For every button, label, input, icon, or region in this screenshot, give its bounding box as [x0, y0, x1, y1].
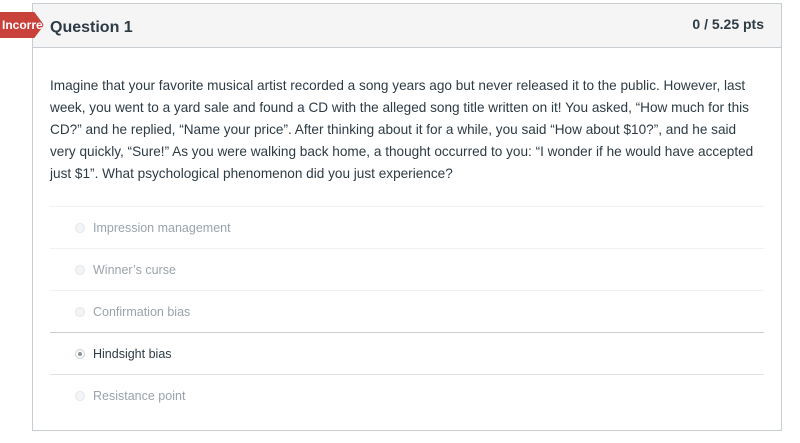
answer-option-impression-management[interactable]: Impression management: [50, 206, 764, 248]
radio-button[interactable]: [75, 306, 85, 317]
answer-label: Hindsight bias: [93, 346, 172, 361]
radio-button-checked[interactable]: [75, 348, 85, 359]
quiz-page: Incorrect Question 1 0 / 5.25 pts Imagin…: [0, 0, 800, 443]
answer-label: Resistance point: [93, 388, 186, 403]
question-title: Question 1: [50, 18, 133, 36]
question-points: 0 / 5.25 pts: [692, 15, 764, 32]
radio-button[interactable]: [75, 390, 85, 401]
answer-label: Winner’s curse: [93, 262, 176, 277]
answer-option-resistance-point[interactable]: Resistance point: [50, 374, 764, 416]
answer-label: Impression management: [93, 220, 231, 235]
question-header: Question 1 0 / 5.25 pts: [33, 4, 781, 48]
answer-option-winners-curse[interactable]: Winner’s curse: [50, 248, 764, 290]
radio-button[interactable]: [75, 264, 85, 275]
answer-list: Impression management Winner’s curse Con…: [50, 206, 764, 416]
answer-option-confirmation-bias[interactable]: Confirmation bias: [50, 290, 764, 332]
question-body: Imagine that your favorite musical artis…: [33, 48, 781, 416]
question-text: Imagine that your favorite musical artis…: [50, 78, 754, 181]
answer-option-hindsight-bias[interactable]: Hindsight bias: [50, 332, 764, 374]
answer-label: Confirmation bias: [93, 304, 191, 319]
question-card: Question 1 0 / 5.25 pts Imagine that you…: [32, 3, 782, 431]
radio-button[interactable]: [75, 222, 85, 233]
